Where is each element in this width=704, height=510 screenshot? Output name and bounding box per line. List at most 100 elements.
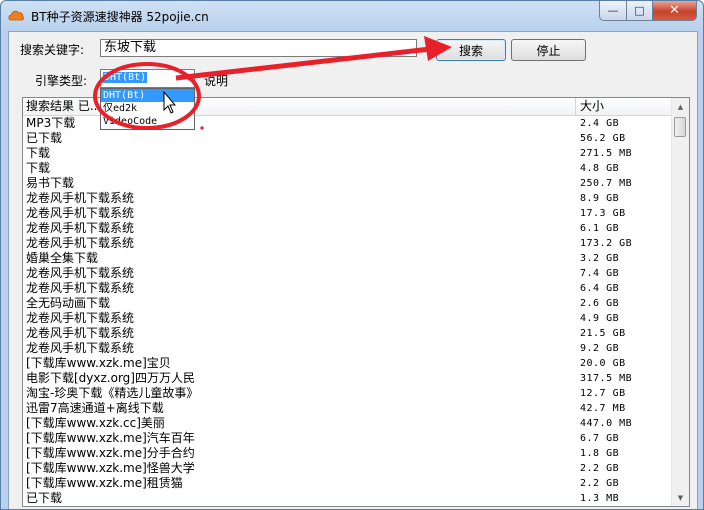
minimize-icon: — <box>607 4 619 17</box>
window-title: BT种子资源速搜神器 52pojie.cn <box>31 10 209 24</box>
table-row[interactable]: 龙卷风手机下载系统 9.2 GB <box>23 341 673 356</box>
stop-button[interactable]: 停止 <box>511 39 586 61</box>
result-size: 6.1 GB <box>580 223 620 234</box>
result-name: 婚巢全集下载 <box>26 251 99 265</box>
scroll-down-icon[interactable]: ▼ <box>672 489 689 506</box>
table-row[interactable]: 龙卷风手机下载系统 6.4 GB <box>23 281 673 296</box>
keyword-input[interactable]: 东坡下载 <box>100 39 417 57</box>
maximize-icon: □ <box>634 4 645 17</box>
window-controls: — □ ✕ <box>599 1 697 21</box>
result-size: 56.2 GB <box>580 133 626 144</box>
search-button[interactable]: 搜索 <box>436 39 506 61</box>
result-size: 447.0 MB <box>580 418 633 429</box>
result-size: 21.5 GB <box>580 328 626 339</box>
result-size: 6.7 GB <box>580 433 620 444</box>
table-row[interactable]: [下载库www.xzk.me]分手合约 1.8 GB <box>23 446 673 461</box>
result-size: 4.9 GB <box>580 313 620 324</box>
cloud-app-icon <box>8 10 24 21</box>
table-row[interactable]: 电影下载[dyxz.org]四万万人民 317.5 MB <box>23 371 673 386</box>
result-name: 已下载 <box>26 491 63 505</box>
result-size: 271.5 MB <box>580 148 633 159</box>
result-name: 龙卷风手机下载系统 <box>26 326 135 340</box>
result-name: [下载库www.xzk.me]宝贝 <box>26 356 171 370</box>
table-row[interactable]: 全无码动画下载 2.6 GB <box>23 296 673 311</box>
result-name: 龙卷风手机下载系统 <box>26 206 135 220</box>
engine-option-ed2k[interactable]: 仅ed2k <box>101 102 194 115</box>
result-size: 1.3 MB <box>580 493 620 504</box>
result-size: 20.0 GB <box>580 358 626 369</box>
result-size: 2.2 GB <box>580 478 620 489</box>
result-size: 3.2 GB <box>580 253 620 264</box>
table-row[interactable]: [下载库www.xzk.me]租赁猫 2.2 GB <box>23 476 673 491</box>
result-name: 电影下载[dyxz.org]四万万人民 <box>26 371 195 385</box>
client-area: 搜索关键字: 东坡下载 搜索 停止 引擎类型: DHT(Bt) ▼ 说明 DHT… <box>8 31 698 509</box>
result-size: 2.6 GB <box>580 298 620 309</box>
maximize-button[interactable]: □ <box>627 1 653 21</box>
keyword-label: 搜索关键字: <box>20 43 85 57</box>
result-name: [下载库www.xzk.me]汽车百年 <box>26 431 195 445</box>
results-list[interactable]: 搜索结果 已...10秒 大小 MP3下载 2.4 GB 已下载 56.2 GB 下载 2… <box>22 97 690 507</box>
result-name: 下载 <box>26 161 51 175</box>
table-row[interactable]: 龙卷风手机下载系统 7.4 GB <box>23 266 673 281</box>
result-name: 龙卷风手机下载系统 <box>26 281 135 295</box>
table-row[interactable]: [下载库www.xzk.me]宝贝 20.0 GB <box>23 356 673 371</box>
table-row[interactable]: 龙卷风手机下载系统 4.9 GB <box>23 311 673 326</box>
table-row[interactable]: 已下载 56.2 GB <box>23 131 673 146</box>
engine-label: 引擎类型: <box>35 74 88 88</box>
table-row[interactable]: 婚巢全集下载 3.2 GB <box>23 251 673 266</box>
result-size: 2.2 GB <box>580 463 620 474</box>
result-size: 317.5 MB <box>580 373 633 384</box>
table-row[interactable]: 已下载 1.3 MB <box>23 491 673 506</box>
app-window: BT种子资源速搜神器 52pojie.cn — □ ✕ 搜索关键字: 东坡下载 … <box>0 0 704 510</box>
scroll-thumb[interactable] <box>674 117 686 137</box>
result-size: 2.4 GB <box>580 118 620 129</box>
column-header-size[interactable]: 大小 <box>577 98 673 115</box>
table-row[interactable]: 龙卷风手机下载系统 21.5 GB <box>23 326 673 341</box>
result-size: 1.8 GB <box>580 448 620 459</box>
table-row[interactable]: 龙卷风手机下载系统 173.2 GB <box>23 236 673 251</box>
engine-dropdown: DHT(Bt) 仅ed2k VideoCode <box>100 88 195 130</box>
scroll-up-icon[interactable]: ▲ <box>672 98 689 115</box>
table-row[interactable]: 易书下载 250.7 MB <box>23 176 673 191</box>
result-size: 12.7 GB <box>580 388 626 399</box>
result-name: 已下载 <box>26 131 63 145</box>
result-name: MP3下载 <box>26 116 76 130</box>
result-name: 龙卷风手机下载系统 <box>26 266 135 280</box>
result-name: 龙卷风手机下载系统 <box>26 341 135 355</box>
result-name: [下载库www.xzk.me]分手合约 <box>26 446 195 460</box>
result-name: 龙卷风手机下载系统 <box>26 191 135 205</box>
table-row[interactable]: 龙卷风手机下载系统 8.9 GB <box>23 191 673 206</box>
engine-option-videocode[interactable]: VideoCode <box>101 115 194 128</box>
result-size: 42.7 MB <box>580 403 626 414</box>
table-row[interactable]: [下载库www.xzk.me]汽车百年 6.7 GB <box>23 431 673 446</box>
result-name: 龙卷风手机下载系统 <box>26 221 135 235</box>
result-name: 龙卷风手机下载系统 <box>26 311 135 325</box>
result-name: [下载库www.xzk.me]租赁猫 <box>26 476 183 490</box>
result-size: 250.7 MB <box>580 178 633 189</box>
table-row[interactable]: 龙卷风手机下载系统 17.3 GB <box>23 206 673 221</box>
result-name: 下载 <box>26 146 51 160</box>
engine-option-dht[interactable]: DHT(Bt) <box>101 89 194 102</box>
table-row[interactable]: 淘宝-珍奥下载《精选儿童故事》 12.7 GB <box>23 386 673 401</box>
engine-selected-value: DHT(Bt) <box>103 72 148 83</box>
title-bar[interactable]: BT种子资源速搜神器 52pojie.cn — □ ✕ <box>1 1 703 31</box>
result-name: 淘宝-珍奥下载《精选儿童故事》 <box>26 386 199 400</box>
minimize-button[interactable]: — <box>599 1 627 21</box>
help-link[interactable]: 说明 <box>204 72 228 89</box>
table-row[interactable]: 龙卷风手机下载系统 6.1 GB <box>23 221 673 236</box>
result-size: 9.2 GB <box>580 343 620 354</box>
table-row[interactable]: [下载库www.xzk.me]怪兽大学 2.2 GB <box>23 461 673 476</box>
close-button[interactable]: ✕ <box>653 1 697 21</box>
chevron-down-icon[interactable]: ▼ <box>186 73 192 82</box>
result-size: 7.4 GB <box>580 268 620 279</box>
result-name: [下载库www.xzk.cc]美丽 <box>26 416 165 430</box>
vertical-scrollbar[interactable]: ▲ ▼ <box>671 98 689 506</box>
result-size: 8.9 GB <box>580 193 620 204</box>
close-icon: ✕ <box>669 3 680 18</box>
table-row[interactable]: 下载 4.8 GB <box>23 161 673 176</box>
table-row[interactable]: 迅雷7高速通道+离线下载 42.7 MB <box>23 401 673 416</box>
table-row[interactable]: 下载 271.5 MB <box>23 146 673 161</box>
result-size: 173.2 GB <box>580 238 633 249</box>
engine-select[interactable]: DHT(Bt) ▼ <box>100 69 195 88</box>
table-row[interactable]: [下载库www.xzk.cc]美丽 447.0 MB <box>23 416 673 431</box>
